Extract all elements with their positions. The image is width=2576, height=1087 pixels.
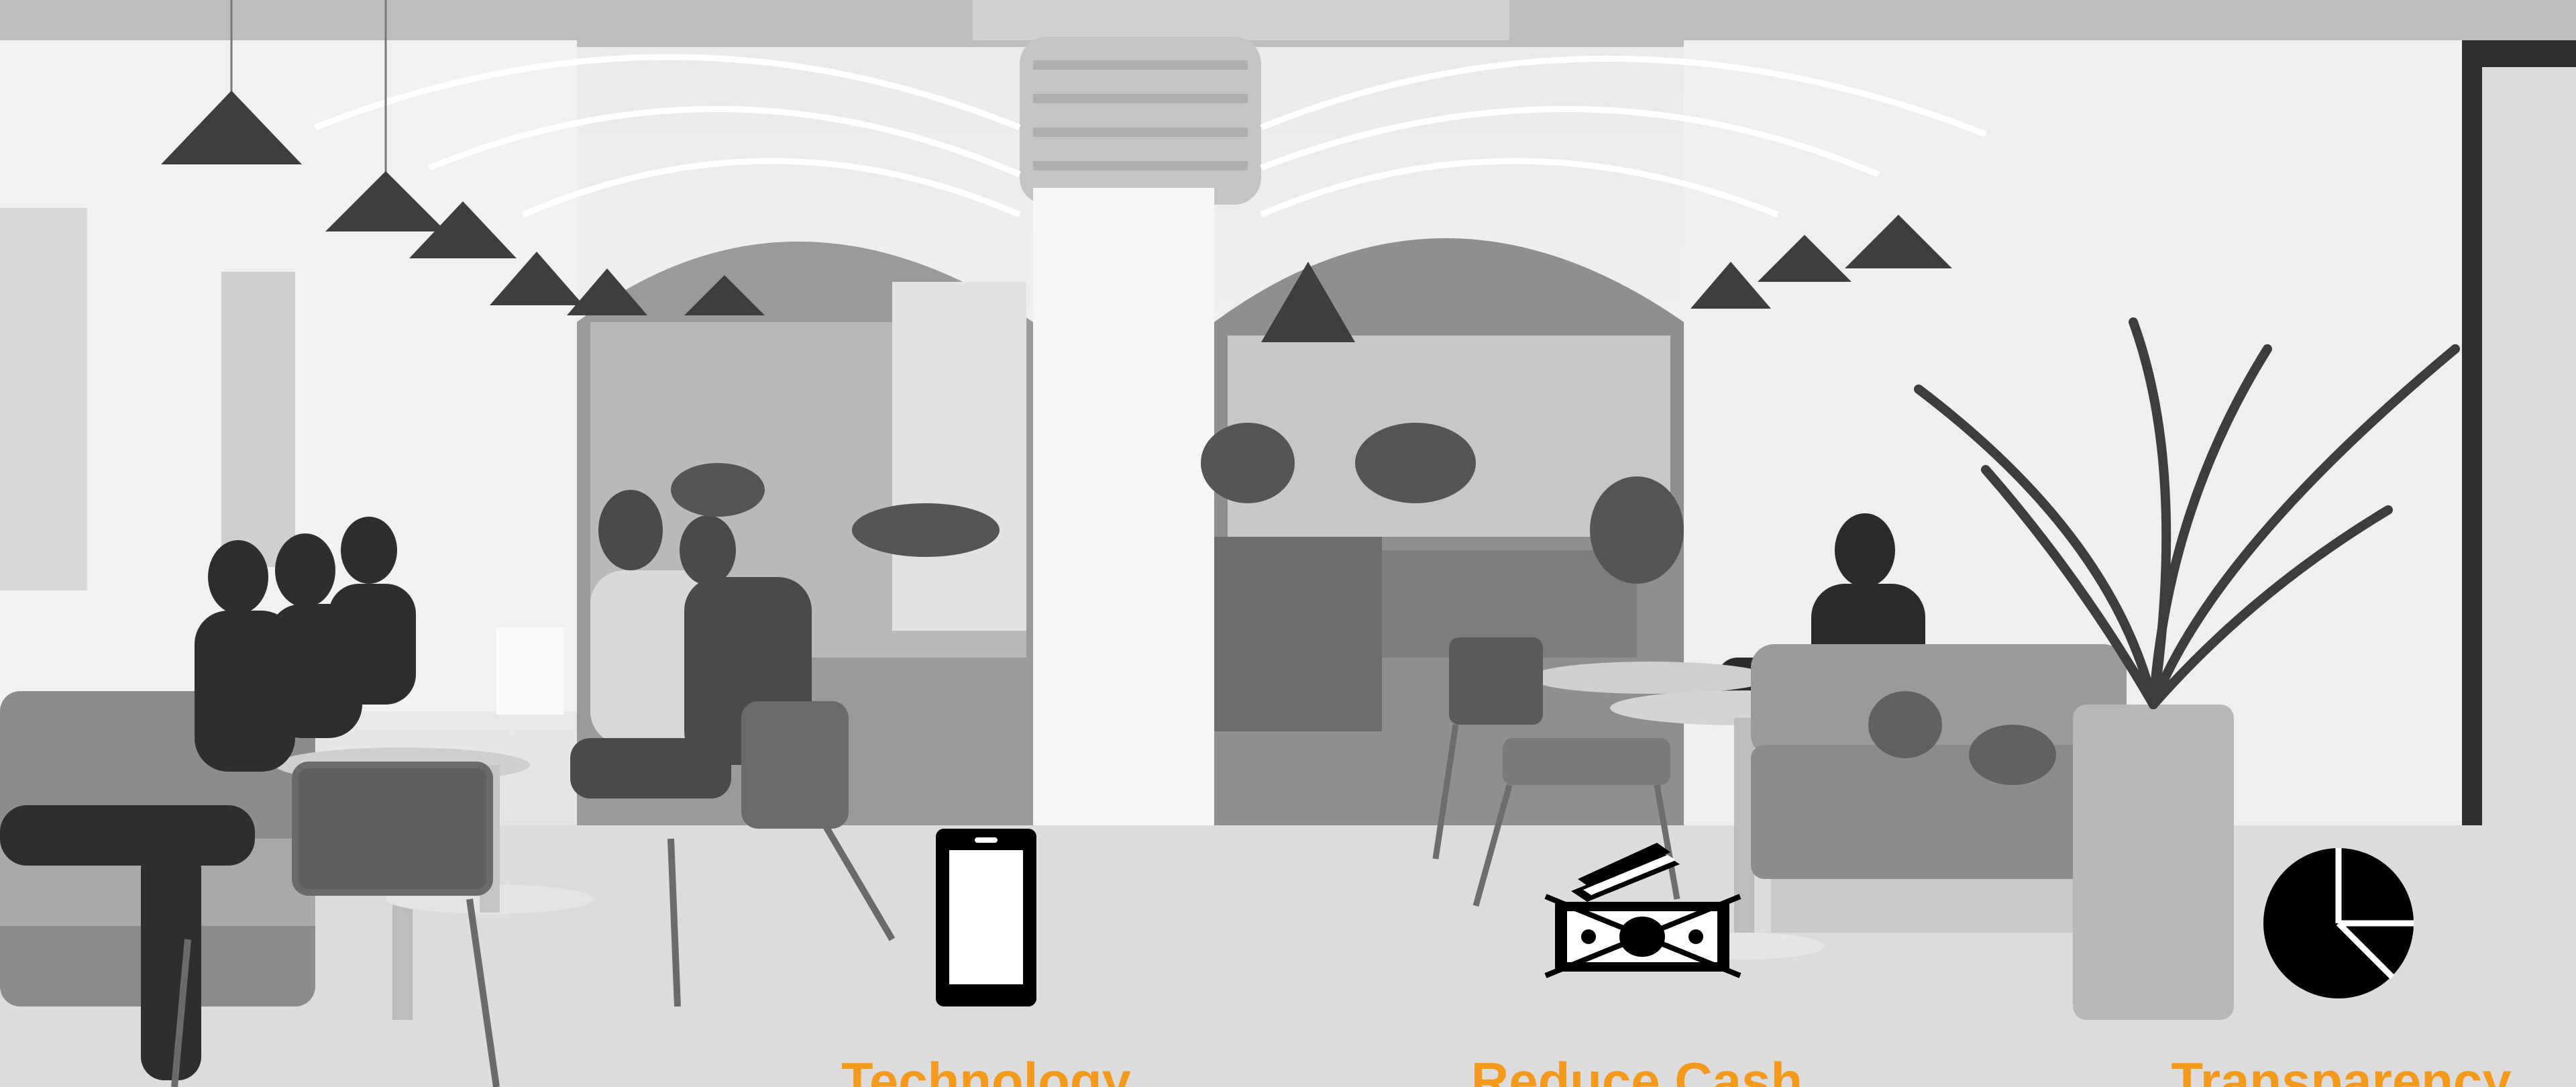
- feature-label-technology: Technology: [841, 1051, 1131, 1087]
- feature-label-transparency: Transparency: [2171, 1051, 2512, 1087]
- smartphone-icon: [936, 829, 1036, 1006]
- office-scene-illustration: [0, 0, 2576, 1087]
- feature-reduce-cash: [1536, 832, 1751, 980]
- feature-transparency: [2261, 845, 2416, 1001]
- background-office-photo: [0, 0, 2576, 1087]
- pie-chart-icon: [2261, 845, 2416, 1001]
- no-cash-icon: [1536, 832, 1751, 980]
- feature-label-reduce-cash: Reduce Cash: [1470, 1051, 1803, 1087]
- feature-technology: [936, 829, 1036, 1006]
